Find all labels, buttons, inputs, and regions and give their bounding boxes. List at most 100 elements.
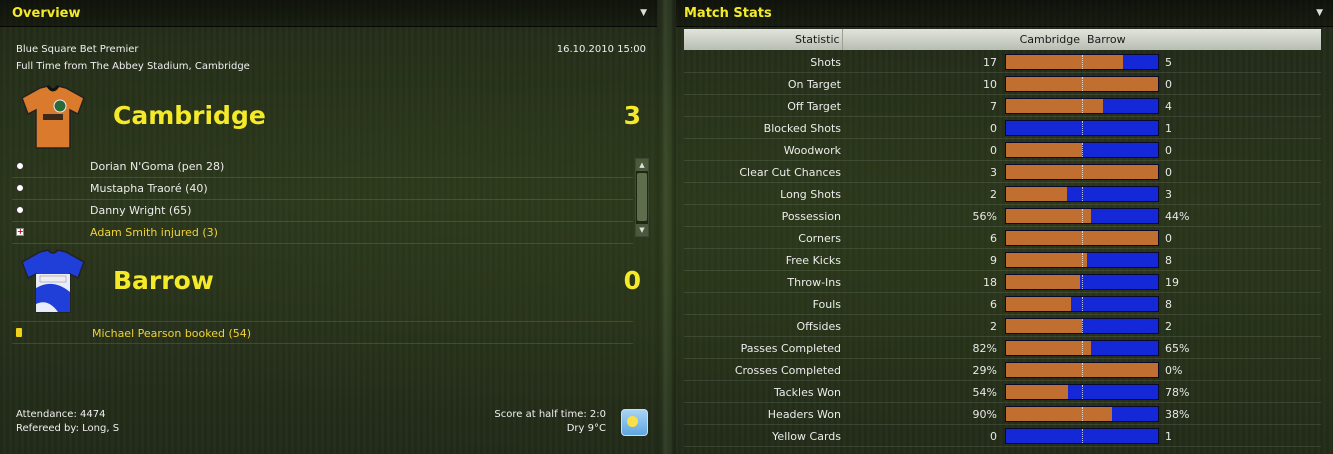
stat-away-value: 1 [1165, 430, 1172, 443]
overview-panel: Overview ▼ Blue Square Bet Premier 16.10… [0, 0, 657, 454]
stat-home-bar-fill [1006, 143, 1082, 157]
stat-label: Headers Won [767, 408, 841, 421]
home-team-name[interactable]: Cambridge [113, 101, 266, 130]
scroll-up-icon[interactable]: ▲ [636, 159, 648, 171]
stat-home-bar-fill [1006, 319, 1082, 333]
stat-row: Woodwork 0 0 [684, 139, 1321, 161]
event-text[interactable]: Danny Wright (65) [90, 204, 191, 217]
stat-row: Possession 56% 44% [684, 205, 1321, 227]
stat-row: Crosses Completed 29% 0% [684, 359, 1321, 381]
home-score: 3 [623, 101, 641, 130]
overview-title-bar: Overview ▼ [0, 0, 657, 27]
stat-away-value: 4 [1165, 100, 1172, 113]
stat-home-value: 56% [972, 210, 997, 223]
event-text[interactable]: Adam Smith injured (3) [90, 226, 218, 239]
stat-bar-midline [1082, 77, 1083, 91]
stat-bar-midline [1082, 429, 1083, 443]
stat-away-value: 0 [1165, 78, 1172, 91]
stat-away-value: 19 [1165, 276, 1179, 289]
stat-away-value: 44% [1165, 210, 1190, 223]
events-scrollbar[interactable]: ▲ ▼ [635, 158, 649, 237]
stat-row: Corners 6 0 [684, 227, 1321, 249]
referee[interactable]: Refereed by: Long, S [16, 423, 119, 434]
stat-row: Yellow Cards 0 1 [684, 425, 1321, 447]
stat-comparison-bar [1005, 340, 1159, 356]
stat-home-value: 0 [990, 122, 997, 135]
stat-label: Tackles Won [773, 386, 841, 399]
stat-bar-midline [1082, 319, 1083, 333]
stat-comparison-bar [1005, 318, 1159, 334]
stat-comparison-bar [1005, 406, 1159, 422]
event-row: Dorian N'Goma (pen 28) [12, 156, 633, 178]
event-row: Danny Wright (65) [12, 200, 633, 222]
overview-menu-chevron-icon[interactable]: ▼ [640, 8, 647, 18]
home-kit-shirt-icon [21, 85, 85, 149]
panel-divider[interactable] [657, 0, 676, 454]
header-home[interactable]: Cambridge [1020, 33, 1080, 46]
stat-comparison-bar [1005, 274, 1159, 290]
stat-bar-midline [1082, 297, 1083, 311]
goal-ball-icon [16, 162, 24, 170]
stat-row: Offsides 2 2 [684, 315, 1321, 337]
stat-home-value: 9 [990, 254, 997, 267]
match-stats-menu-chevron-icon[interactable]: ▼ [1316, 8, 1323, 18]
yellow-card-icon [16, 328, 22, 337]
away-team-name[interactable]: Barrow [113, 266, 214, 295]
stat-away-value: 3 [1165, 188, 1172, 201]
stat-label: Crosses Completed [734, 364, 841, 377]
stat-row: Blocked Shots 0 1 [684, 117, 1321, 139]
stat-bar-midline [1082, 275, 1083, 289]
stat-row: Passes Completed 82% 65% [684, 337, 1321, 359]
stat-home-bar-fill [1006, 55, 1123, 69]
stat-comparison-bar [1005, 208, 1159, 224]
stat-label: Yellow Cards [772, 430, 841, 443]
stat-away-value: 38% [1165, 408, 1190, 421]
scroll-down-icon[interactable]: ▼ [636, 224, 648, 236]
stats-table-header: Statistic Cambridge Barrow [684, 29, 1321, 50]
stat-away-value: 65% [1165, 342, 1190, 355]
match-stats-panel: Match Stats ▼ Statistic Cambridge Barrow… [676, 0, 1333, 454]
stat-away-value: 0 [1165, 232, 1172, 245]
stat-away-value: 0 [1165, 166, 1172, 179]
stat-label: Throw-Ins [787, 276, 841, 289]
stat-row: Fouls 6 8 [684, 293, 1321, 315]
stat-home-bar-fill [1006, 209, 1091, 223]
stat-row: Free Kicks 9 8 [684, 249, 1321, 271]
away-kit-shirt-icon [21, 249, 85, 313]
stat-label: Offsides [796, 320, 841, 333]
sunny-weather-icon [621, 409, 648, 436]
stat-bar-midline [1082, 341, 1083, 355]
stat-away-value: 8 [1165, 298, 1172, 311]
stat-home-bar-fill [1006, 341, 1091, 355]
stat-label: Possession [781, 210, 841, 223]
event-row: + Adam Smith injured (3) [12, 222, 633, 244]
stat-home-value: 6 [990, 298, 997, 311]
stat-label: Long Shots [780, 188, 841, 201]
stat-home-value: 82% [972, 342, 997, 355]
stat-home-value: 29% [972, 364, 997, 377]
stat-bar-midline [1082, 209, 1083, 223]
stat-home-value: 0 [990, 144, 997, 157]
event-text[interactable]: Dorian N'Goma (pen 28) [90, 160, 224, 173]
stat-bar-midline [1082, 165, 1083, 179]
stat-label: Corners [798, 232, 841, 245]
event-text[interactable]: Michael Pearson booked (54) [92, 327, 251, 340]
stat-label: On Target [787, 78, 841, 91]
event-text[interactable]: Mustapha Traoré (40) [90, 182, 208, 195]
stat-row: Tackles Won 54% 78% [684, 381, 1321, 403]
scroll-thumb[interactable] [637, 173, 647, 221]
stat-home-value: 6 [990, 232, 997, 245]
stat-row: Clear Cut Chances 3 0 [684, 161, 1321, 183]
venue-info: Full Time from The Abbey Stadium, Cambri… [16, 61, 250, 72]
stat-comparison-bar [1005, 164, 1159, 180]
event-row: Mustapha Traoré (40) [12, 178, 633, 200]
stat-home-value: 54% [972, 386, 997, 399]
header-away[interactable]: Barrow [1087, 33, 1126, 46]
stat-home-bar-fill [1006, 297, 1071, 311]
stat-bar-midline [1082, 99, 1083, 113]
stat-home-bar-fill [1006, 385, 1068, 399]
stat-home-value: 0 [990, 430, 997, 443]
stat-comparison-bar [1005, 230, 1159, 246]
header-statistic[interactable]: Statistic [795, 33, 840, 46]
stat-comparison-bar [1005, 296, 1159, 312]
